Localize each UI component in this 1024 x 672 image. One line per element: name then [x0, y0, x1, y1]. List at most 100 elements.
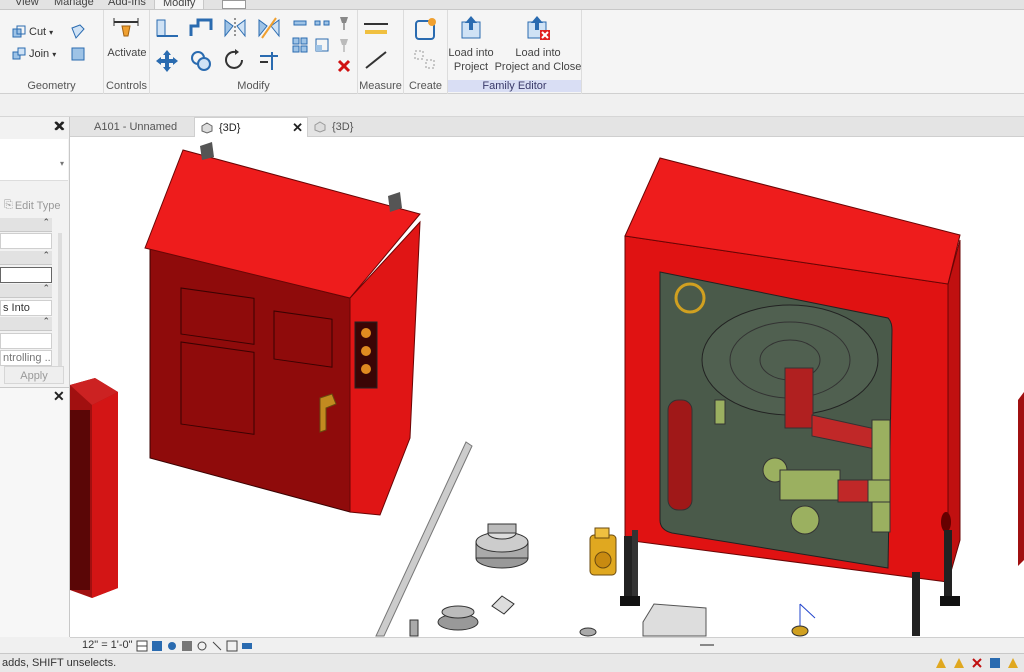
cope-icon[interactable]: [70, 24, 86, 40]
property-group-header[interactable]: ⌃: [0, 217, 52, 232]
delete-icon[interactable]: [336, 58, 352, 74]
cut-label: Cut: [29, 26, 47, 38]
type-selector[interactable]: ▾: [0, 139, 68, 181]
tab-modify[interactable]: Modify: [154, 0, 205, 9]
render-icon[interactable]: [196, 640, 208, 652]
select-by-face-icon[interactable]: [988, 656, 1002, 670]
tab-3d-second[interactable]: {3D}: [308, 117, 388, 137]
load-into-project-and-close-icon[interactable]: [524, 14, 552, 42]
panel-close-icon[interactable]: ✕: [54, 118, 66, 135]
scrollbar-grip[interactable]: [700, 644, 714, 646]
project-browser-panel: ✕: [0, 387, 70, 637]
dimension-fitting[interactable]: [791, 603, 816, 637]
view-scale[interactable]: 12" = 1'-0": [82, 639, 133, 651]
split-gap-icon[interactable]: [314, 15, 330, 31]
edit-type-button[interactable]: ⎘ Edit Type: [4, 199, 60, 212]
offset-icon[interactable]: [188, 16, 214, 40]
property-group-header[interactable]: ⌃: [0, 283, 52, 298]
tab-add-ins[interactable]: Add-Ins: [108, 0, 146, 9]
property-row[interactable]: [0, 233, 52, 249]
geometry-panel-label: Geometry: [27, 80, 76, 92]
visual-style-icon[interactable]: [151, 640, 163, 652]
create-group-icon[interactable]: [412, 15, 440, 43]
activate-icon[interactable]: [112, 16, 140, 40]
apply-button[interactable]: Apply: [4, 366, 64, 384]
panel-measure: Measure: [358, 10, 404, 94]
load-into-project-icon[interactable]: [458, 14, 484, 42]
small-red-cabinet[interactable]: [70, 378, 118, 598]
collapse-chevron-icon: ⌃: [42, 217, 50, 227]
rotate-icon[interactable]: [222, 48, 248, 72]
view-tabs: ✕ A101 - Unnamed {3D} ✕ {3D}: [54, 117, 1024, 137]
select-links-icon[interactable]: [934, 656, 948, 670]
drag-elements-icon[interactable]: [1006, 656, 1020, 670]
split-element-icon[interactable]: [292, 15, 308, 31]
copy-icon[interactable]: [188, 48, 214, 72]
property-group-header[interactable]: ⌃: [0, 250, 52, 265]
cut-icon: [12, 25, 26, 38]
select-underlay-icon[interactable]: [952, 656, 966, 670]
fire-hose-cabinet[interactable]: [620, 157, 961, 636]
select-pinned-icon[interactable]: [970, 656, 984, 670]
measure-distance-icon[interactable]: [362, 16, 392, 36]
properties-scrollbar[interactable]: [58, 233, 62, 383]
join-button[interactable]: Join ▾: [12, 47, 56, 61]
shadows-icon[interactable]: [181, 640, 193, 652]
collapse-chevron-icon: ⌃: [42, 283, 50, 293]
3d-model-scene[interactable]: [70, 137, 1024, 637]
quick-access-dropdown[interactable]: [222, 0, 246, 9]
move-icon[interactable]: [154, 48, 180, 72]
cut-button[interactable]: Cut ▾: [12, 25, 53, 39]
crop-view-icon[interactable]: [211, 640, 223, 652]
wall-joins-icon[interactable]: [70, 46, 86, 62]
property-group-header[interactable]: ⌃: [0, 316, 52, 331]
controls-panel-label: Controls: [106, 80, 147, 92]
property-row[interactable]: ntrolling ...: [0, 350, 52, 366]
ribbon: Cut ▾ Join ▾ Geometry Activate Controls: [0, 10, 1024, 94]
load-into-project-and-close-button[interactable]: Load into Project and Close: [494, 46, 582, 74]
valve-cap-parts[interactable]: [409, 523, 597, 637]
panel-controls: Activate Controls: [104, 10, 150, 94]
array-icon[interactable]: [292, 37, 308, 53]
join-icon: [12, 47, 26, 60]
create-similar-icon[interactable]: [412, 48, 440, 72]
trim-extend-icon[interactable]: [256, 48, 282, 72]
tab-close-icon[interactable]: ✕: [292, 118, 303, 138]
tab-a101[interactable]: A101 - Unnamed: [70, 117, 194, 137]
tab-3d-active[interactable]: {3D} ✕: [194, 117, 308, 137]
tab-manage[interactable]: Manage: [54, 0, 94, 9]
pin-icon[interactable]: [336, 15, 352, 31]
brass-valve[interactable]: [589, 527, 617, 576]
family-editor-panel-label: Family Editor: [448, 80, 581, 92]
panel-family-editor: Load into Project Load into Project and …: [448, 10, 582, 94]
right-edge-cabinet[interactable]: [1018, 392, 1024, 566]
collapse-chevron-icon: ⌃: [42, 250, 50, 260]
status-bar: adds, SHIFT unselects.: [0, 653, 1024, 672]
view-control-icons: [136, 640, 253, 652]
mirror-pick-axis-icon[interactable]: [222, 16, 248, 40]
view-control-bar: 12" = 1'-0": [70, 637, 1024, 653]
align-icon[interactable]: [154, 16, 180, 40]
gray-box-part[interactable]: [642, 603, 707, 637]
electrical-panel-cabinet[interactable]: [144, 142, 421, 516]
scale-icon[interactable]: [314, 37, 330, 53]
selection-filters: [934, 656, 1020, 670]
property-row[interactable]: [0, 333, 52, 349]
unpin-icon[interactable]: [336, 37, 352, 53]
show-crop-icon[interactable]: [226, 640, 238, 652]
load-into-project-button[interactable]: Load into Project: [440, 46, 502, 74]
tab-view[interactable]: View: [15, 0, 39, 9]
detail-level-icon[interactable]: [136, 640, 148, 652]
property-row[interactable]: s Into: [0, 300, 52, 316]
3d-viewport[interactable]: [70, 137, 1024, 637]
project-browser-close-icon[interactable]: ✕: [53, 388, 65, 405]
3d-view-icon: [314, 121, 326, 133]
measure-along-element-icon[interactable]: [362, 48, 392, 72]
edit-type-icon: ⎘: [4, 199, 13, 211]
temporary-hide-icon[interactable]: [241, 640, 253, 652]
activate-label[interactable]: Activate: [104, 46, 150, 60]
measure-panel-label: Measure: [359, 80, 402, 92]
sun-path-icon[interactable]: [166, 640, 178, 652]
mirror-draw-axis-icon[interactable]: [256, 16, 282, 40]
property-row[interactable]: [0, 267, 52, 283]
